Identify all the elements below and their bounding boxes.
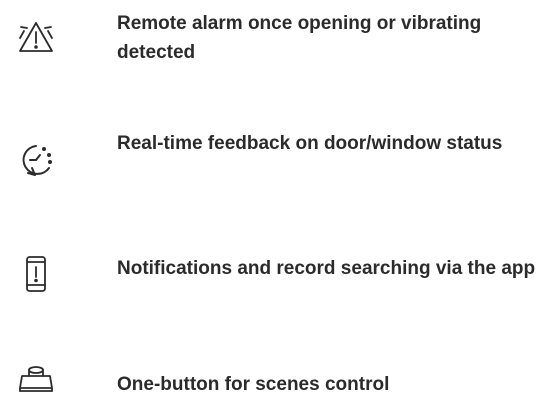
refresh-clock-icon (16, 140, 56, 180)
smartphone-alert-icon (16, 254, 56, 294)
feature-text: One-button for scenes control (117, 374, 390, 395)
push-button-icon (16, 362, 56, 402)
feature-text: Notifications and record searching via t… (117, 258, 536, 279)
feature-text: Remote alarm once opening or vibrating d… (117, 13, 482, 63)
warning-triangle-icon (16, 18, 56, 58)
feature-text: Real-time feedback on door/window status (117, 133, 503, 154)
